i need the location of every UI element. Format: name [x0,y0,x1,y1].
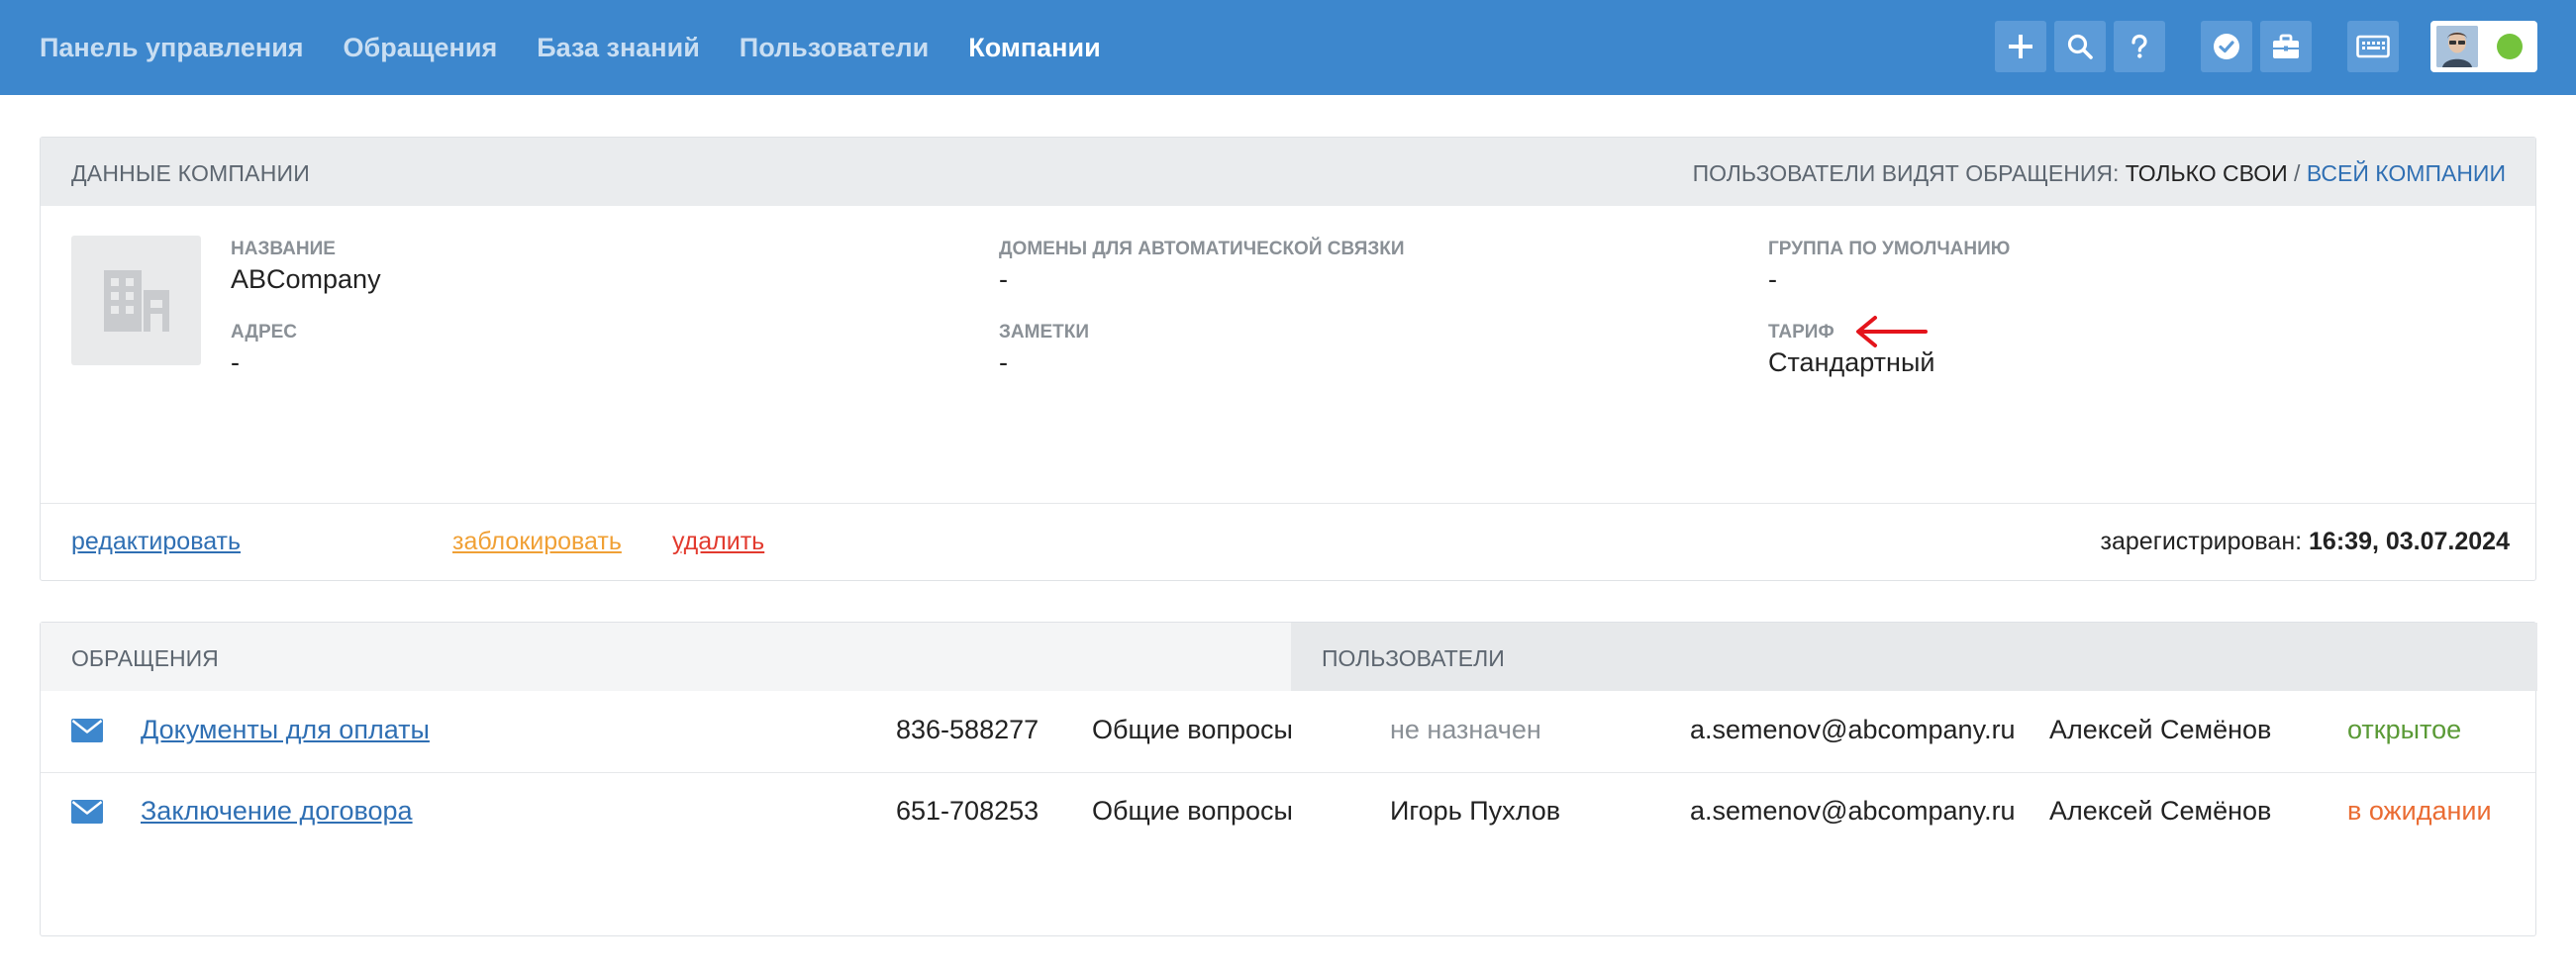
online-status-dot [2497,34,2523,59]
visibility-all-company[interactable]: Всей компании [2307,160,2506,186]
name-value: ABCompany [231,264,381,294]
ticket-user-email: a.semenov@abcompany.ru [1690,796,2016,826]
ticket-visibility-setting: Пользователи видят обращения: Только сво… [1693,160,2506,187]
ticket-category: Общие вопросы [1092,796,1293,826]
envelope-icon [71,800,103,824]
ticket-user-email: a.semenov@abcompany.ru [1690,715,2016,744]
tab-users[interactable]: Пользователи [1291,623,2537,691]
ticket-user-name: Алексей Семёнов [2049,715,2272,744]
briefcase-icon [2273,34,2299,58]
envelope-icon [71,719,103,742]
company-tickets-panel: Обращения Пользователи Документы для опл… [40,622,2537,936]
default-group-value: - [1768,264,1777,294]
domains-value: - [999,264,1008,294]
notes-label: Заметки [999,322,1089,342]
avatar [2436,26,2478,67]
company-panel-title: Данные компании [71,160,310,186]
domains-label: Домены для автоматической связки [999,239,1405,259]
registered-label: зарегистрирован: [2100,528,2303,555]
company-panel-footer: редактировать заблокировать удалить заре… [41,503,2535,581]
tab-tickets-label: Обращения [71,645,219,671]
edit-company-link[interactable]: редактировать [71,528,241,556]
building-icon [103,269,169,332]
tab-users-label: Пользователи [1322,645,1505,671]
delete-company-link[interactable]: удалить [672,528,764,556]
search-button[interactable] [2054,21,2106,72]
table-row[interactable]: Заключение договора 651-708253 Общие воп… [41,772,2535,853]
visibility-only-own[interactable]: Только свои [2126,160,2288,186]
verified-button[interactable] [2201,21,2252,72]
tickets-tabs: Обращения Пользователи [41,623,2537,691]
tab-tickets[interactable]: Обращения [41,623,1291,691]
user-menu[interactable] [2430,21,2537,72]
search-icon [2067,34,2093,59]
visibility-separator: / [2294,160,2301,186]
notes-value: - [999,347,1008,377]
toolbar [0,21,2576,72]
default-group-label: Группа по умолчанию [1768,239,2011,259]
visibility-label: Пользователи видят обращения: [1692,160,2120,186]
company-data-panel: Данные компании Пользователи видят обращ… [40,137,2536,581]
registration-info: зарегистрирован: 16:39, 03.07.2024 [2101,528,2510,556]
name-label: Название [231,239,336,259]
address-value: - [231,347,240,377]
ticket-assignee: Игорь Пухлов [1390,796,1561,826]
ticket-subject-link[interactable]: Документы для оплаты [141,715,430,745]
company-logo[interactable] [71,236,201,365]
tariff-value: Стандартный [1768,347,1935,377]
ticket-category: Общие вопросы [1092,715,1293,744]
address-label: Адрес [231,322,298,342]
ticket-status: в ожидании [2347,796,2492,826]
registered-datetime: 16:39, 03.07.2024 [2309,528,2510,555]
block-company-link[interactable]: заблокировать [452,528,622,556]
company-panel-header: Данные компании Пользователи видят обращ… [41,138,2535,206]
table-row[interactable]: Документы для оплаты 836-588277 Общие во… [41,691,2535,772]
help-button[interactable] [2114,21,2165,72]
ticket-number: 651-708253 [896,796,1040,826]
user-avatar-icon [2436,26,2478,67]
tariff-label: Тариф [1768,322,1834,342]
ticket-status: открытое [2347,715,2462,744]
add-button[interactable] [1995,21,2046,72]
ticket-number: 836-588277 [896,715,1040,744]
top-navigation-bar: Панель управления Обращения База знаний … [0,0,2576,95]
help-icon [2131,34,2147,58]
plus-icon [2009,35,2032,58]
ticket-assignee: не назначен [1390,715,1541,744]
annotation-arrow-icon [1856,316,1928,347]
keyboard-shortcuts-button[interactable] [2347,21,2399,72]
ticket-subject-link[interactable]: Заключение договора [141,796,413,827]
portfolio-button[interactable] [2260,21,2312,72]
ticket-user-name: Алексей Семёнов [2049,796,2272,826]
check-badge-icon [2214,34,2239,59]
keyboard-icon [2356,35,2390,58]
